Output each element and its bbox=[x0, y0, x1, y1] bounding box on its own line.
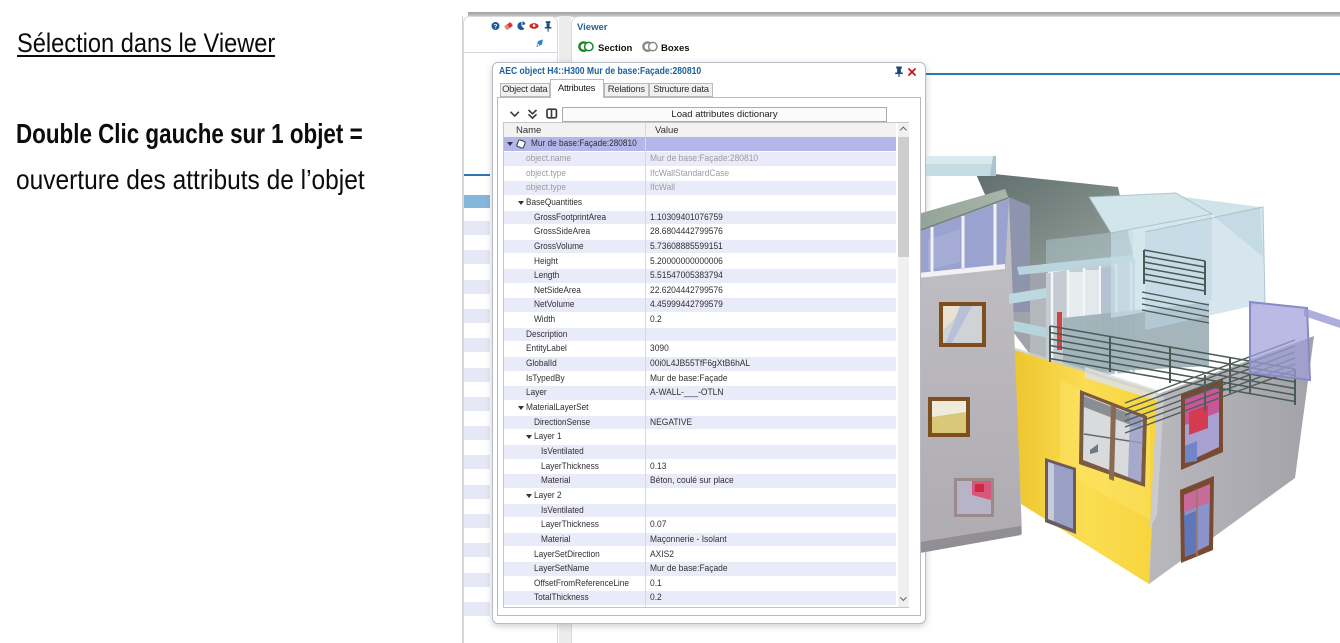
svg-text:?: ? bbox=[494, 24, 498, 31]
